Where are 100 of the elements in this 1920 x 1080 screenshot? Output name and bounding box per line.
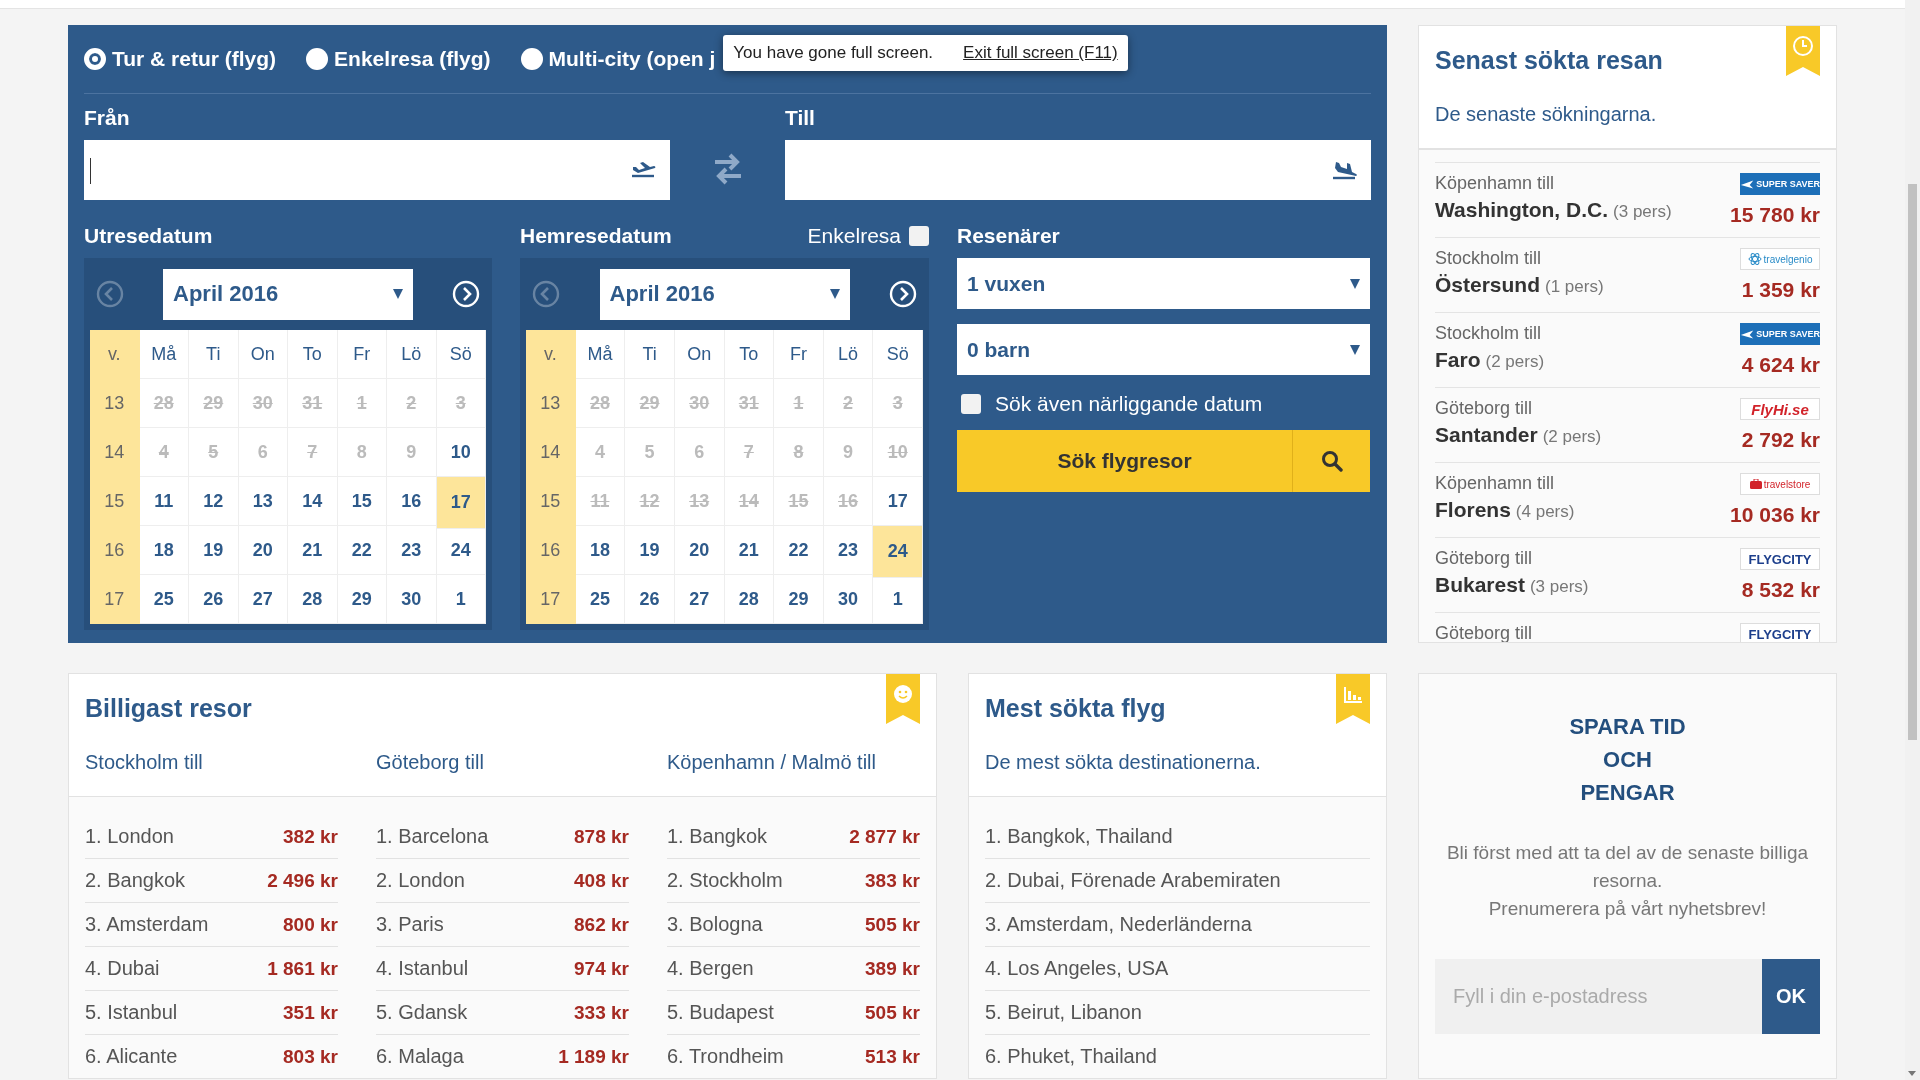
calendar-day[interactable]: 29 [337, 575, 387, 624]
calendar-day: 6 [238, 428, 288, 477]
trip-row[interactable]: 3. Bologna 505 kr [667, 903, 920, 947]
calendar-day: 1 [337, 379, 387, 428]
calendar-day: 31 [288, 379, 338, 428]
calendar-day[interactable]: 1 [873, 575, 923, 624]
calendar-day[interactable]: 24 [873, 526, 923, 578]
trip-row[interactable]: 5. Gdansk 333 kr [376, 991, 629, 1035]
calendar-day[interactable]: 17 [436, 477, 486, 529]
trip-type-radio[interactable]: Enkelresa (flyg) [306, 47, 491, 71]
ok-button[interactable]: OK [1762, 959, 1820, 1034]
month-dropdown[interactable]: April 2016 [599, 268, 850, 320]
trip-row[interactable]: 2. Bangkok 2 496 kr [85, 859, 338, 903]
trip-row[interactable]: 4. Istanbul 974 kr [376, 947, 629, 991]
calendar-day[interactable]: 24 [436, 526, 486, 575]
calendar-day[interactable]: 20 [238, 526, 288, 575]
recent-search-item[interactable]: Köpenhamn till Florens (4 pers) travelstore 10 036 kr [1435, 462, 1820, 537]
price-text: 15 780 kr [1730, 203, 1820, 227]
email-field[interactable]: Fyll i din e-postadress [1435, 959, 1762, 1034]
destination-text: Faro [1435, 348, 1481, 371]
airport-field[interactable] [785, 140, 1371, 200]
nearby-dates-checkbox[interactable]: Sök även närliggande datum [961, 392, 1370, 416]
trip-row[interactable]: 6. Malaga 1 189 kr [376, 1035, 629, 1078]
calendar-day[interactable]: 30 [387, 575, 437, 624]
column-heading: Göteborg till [376, 751, 484, 774]
airport-field[interactable] [84, 140, 670, 200]
search-flights-button[interactable]: Sök flygresor [957, 430, 1292, 492]
destination-link[interactable]: 1. Bangkok, Thailand [985, 815, 1370, 859]
trip-row[interactable]: 6. Alicante 803 kr [85, 1035, 338, 1078]
calendar-day[interactable]: 30 [823, 575, 874, 624]
destination-link[interactable]: 5. Beirut, Libanon [985, 991, 1370, 1035]
recent-search-item[interactable]: Göteborg till Bukarest (3 pers) FLYGCITY 8 532 kr [1435, 537, 1820, 612]
calendar-day[interactable]: 11 [139, 477, 189, 526]
calendar-day[interactable]: 12 [189, 477, 239, 526]
next-month-icon[interactable] [889, 280, 917, 308]
trip-row[interactable]: 3. Paris 862 kr [376, 903, 629, 947]
calendar-day[interactable]: 27 [238, 575, 288, 624]
trip-row[interactable]: 1. London 382 kr [85, 815, 338, 859]
calendar-day[interactable]: 19 [625, 526, 675, 575]
calendar-day[interactable]: 19 [189, 526, 239, 575]
calendar-day[interactable]: 22 [774, 526, 824, 575]
destination-link[interactable]: 4. Los Angeles, USA [985, 947, 1370, 991]
one-way-checkbox[interactable]: Enkelresa [807, 224, 929, 248]
origin-text: Köpenhamn till [1435, 173, 1556, 194]
calendar-day[interactable]: 25 [139, 575, 189, 624]
calendar-day[interactable]: 27 [674, 575, 725, 624]
trip-row[interactable]: 6. Trondheim 513 kr [667, 1035, 920, 1078]
calendar-day[interactable]: 14 [288, 477, 338, 526]
calendar-day: 3 [873, 379, 923, 428]
trip-row[interactable]: 3. Amsterdam 800 kr [85, 903, 338, 947]
recent-search-item[interactable]: Göteborg till Santander (2 pers) FlyHi.se 2 792 kr [1435, 387, 1820, 462]
destination-link[interactable]: 3. Amsterdam, Nederländerna [985, 903, 1370, 947]
calendar-day[interactable]: 29 [774, 575, 824, 624]
month-dropdown[interactable]: April 2016 [163, 268, 413, 320]
trip-row[interactable]: 1. Barcelona 878 kr [376, 815, 629, 859]
dropdown-caret-icon [393, 289, 403, 299]
calendar-day[interactable]: 1 [436, 575, 486, 624]
travelers-dropdown[interactable]: 0 barn [957, 324, 1370, 375]
trip-type-radio[interactable]: Multi-city (open j [520, 47, 716, 71]
calendar-day[interactable]: 21 [724, 526, 775, 575]
calendar-day[interactable]: 13 [238, 477, 288, 526]
field-label: Utresedatum [84, 224, 213, 248]
calendar-day[interactable]: 16 [387, 477, 437, 526]
calendar-day[interactable]: 28 [288, 575, 338, 624]
exit-fullscreen-link[interactable]: Exit full screen (F11) [963, 43, 1118, 63]
dropdown-caret-icon [1350, 278, 1360, 289]
agency-logo: FlyHi.se [1740, 398, 1820, 420]
destination-link[interactable]: 2. Dubai, Förenade Arabemiraten [985, 859, 1370, 903]
trip-row[interactable]: 2. Stockholm 383 kr [667, 859, 920, 903]
next-month-icon[interactable] [452, 280, 480, 308]
calendar-day[interactable]: 20 [674, 526, 725, 575]
calendar-day: 2 [387, 379, 437, 428]
column-heading: Köpenhamn / Malmö till [667, 751, 876, 774]
calendar-day[interactable]: 18 [139, 526, 189, 575]
trip-row[interactable]: 5. Budapest 505 kr [667, 991, 920, 1035]
travelers-dropdown[interactable]: 1 vuxen [957, 258, 1370, 309]
weekday-heading: Fr [774, 330, 824, 379]
calendar-day[interactable]: 18 [575, 526, 626, 575]
destination-link[interactable]: 6. Phuket, Thailand [985, 1035, 1370, 1078]
calendar-day[interactable]: 15 [337, 477, 387, 526]
departure-plane-icon [630, 160, 656, 180]
calendar-day[interactable]: 21 [288, 526, 338, 575]
newsletter-text: Bli först med att ta del av de senaste billiga resorna. Prenumerera på vårt nyhetsbrev! [1445, 841, 1810, 921]
trip-row[interactable]: 4. Dubai 1 861 kr [85, 947, 338, 991]
recent-search-item[interactable]: Köpenhamn till Washington, D.C. (3 pers) SUPER SAVER 15 780 kr [1435, 162, 1820, 237]
calendar-day[interactable]: 25 [575, 575, 626, 624]
trip-row[interactable]: 2. London 408 kr [376, 859, 629, 903]
calendar-day[interactable]: 26 [189, 575, 239, 624]
calendar-day[interactable]: 26 [625, 575, 675, 624]
trip-row[interactable]: 4. Bergen 389 kr [667, 947, 920, 991]
trip-type-radio[interactable]: Tur & retur (flyg) [84, 47, 277, 71]
calendar-day[interactable]: 22 [337, 526, 387, 575]
dropdown-caret-icon [829, 289, 840, 299]
trip-row[interactable]: 1. Bangkok 2 877 kr [667, 815, 920, 859]
search-button[interactable] [1292, 430, 1370, 492]
calendar-day[interactable]: 28 [724, 575, 775, 624]
recent-search-item[interactable]: Stockholm till Faro (2 pers) SUPER SAVER 4 624 kr [1435, 312, 1820, 387]
trip-row[interactable]: 5. Istanbul 351 kr [85, 991, 338, 1035]
calendar-day[interactable]: 23 [387, 526, 437, 575]
recent-search-item[interactable]: Stockholm till Östersund (1 pers) travelgenio 1 359 kr [1435, 237, 1820, 312]
